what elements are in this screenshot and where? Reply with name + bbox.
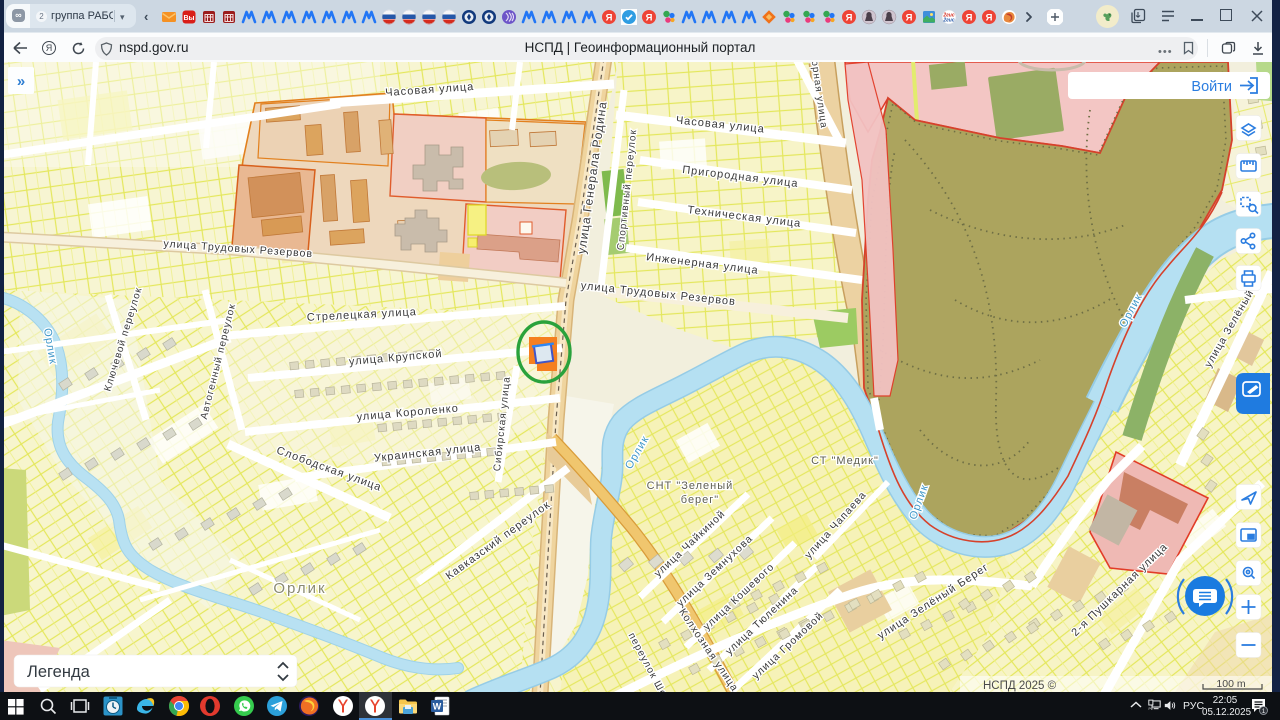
svg-text:СТ "Медик": СТ "Медик" (811, 455, 879, 467)
svg-text:Я: Я (966, 13, 973, 24)
svg-text:Я: Я (906, 13, 913, 24)
svg-text:»: » (17, 73, 25, 90)
svg-text:W: W (433, 702, 442, 712)
svg-text:НСПД 2025 ©: НСПД 2025 © (983, 680, 1057, 692)
svg-text:Я: Я (646, 13, 653, 24)
svg-text:берег": берег" (681, 494, 719, 506)
svg-text:1: 1 (1262, 708, 1266, 715)
svg-text:Я: Я (846, 13, 853, 24)
svg-text:Войти: Войти (1191, 79, 1232, 95)
svg-text:РФ: РФ (1149, 707, 1154, 711)
svg-text:Орлик: Орлик (273, 580, 326, 597)
svg-text:Я: Я (986, 13, 993, 24)
svg-text:100 m: 100 m (1216, 678, 1245, 690)
svg-text:Легенда: Легенда (27, 663, 91, 681)
svg-text:2гис: 2гис (942, 18, 955, 24)
svg-text:Я: Я (606, 13, 613, 24)
svg-text:Вы: Вы (183, 15, 194, 22)
svg-text:СНТ "Зеленый: СНТ "Зеленый (647, 480, 734, 492)
